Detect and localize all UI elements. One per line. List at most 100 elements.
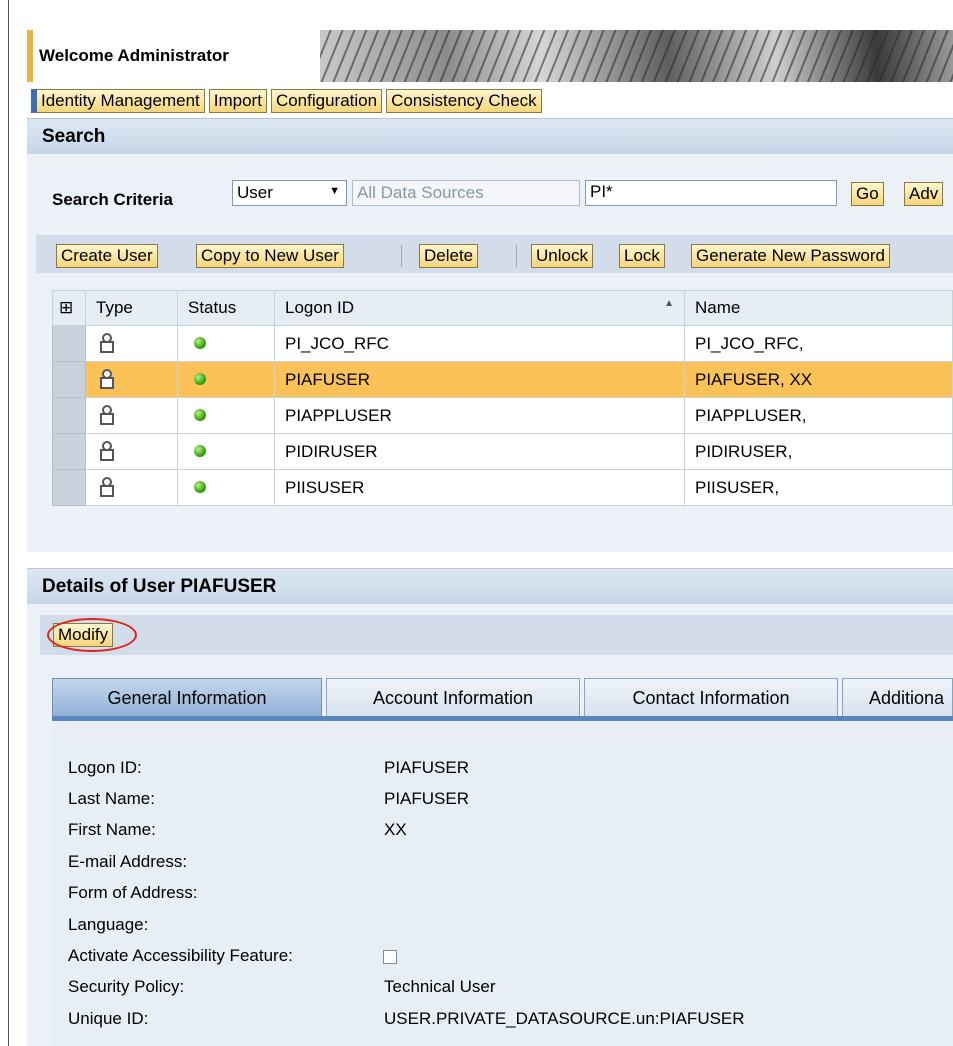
column-header-name[interactable]: Name — [684, 290, 953, 326]
table-row[interactable]: PIAPPLUSER PIAPPLUSER, — [52, 397, 953, 434]
table-row[interactable]: PIDIRUSER PIDIRUSER, — [52, 433, 953, 470]
status-active-icon — [194, 372, 206, 385]
name-cell: PIAFUSER, XX — [684, 361, 953, 398]
user-icon — [99, 333, 114, 353]
column-header-status[interactable]: Status — [177, 290, 275, 326]
field-label: Logon ID: — [68, 758, 142, 777]
field-label: Security Policy: — [68, 977, 185, 996]
type-cell — [85, 469, 178, 506]
type-cell — [85, 433, 178, 470]
tab-additional-information[interactable]: Additiona — [842, 678, 953, 718]
name-cell: PI_JCO_RFC, — [684, 325, 953, 362]
row-selector[interactable] — [52, 361, 86, 398]
object-type-select[interactable]: User ▼ — [232, 180, 347, 206]
status-cell — [177, 397, 275, 434]
results-table: ⊞ Type Status Logon ID ▲ Name PI_JCO_RFC… — [52, 290, 953, 506]
search-section-header: Search — [27, 118, 953, 154]
row-selector[interactable] — [52, 397, 86, 434]
logon-id-cell: PI_JCO_RFC — [274, 325, 685, 362]
status-cell — [177, 325, 275, 362]
welcome-text: Welcome Administrator — [39, 46, 229, 65]
column-header-logon-id-label: Logon ID — [285, 298, 354, 317]
object-type-value: User — [237, 183, 273, 202]
search-input-value: PI* — [590, 182, 613, 201]
lock-button[interactable]: Lock — [619, 244, 665, 268]
status-active-icon — [194, 408, 206, 421]
search-section-title: Search — [42, 126, 106, 147]
copy-to-new-user-button[interactable]: Copy to New User — [196, 244, 344, 268]
details-toolbar — [40, 615, 953, 655]
status-active-icon — [194, 336, 206, 349]
nav-identity-management[interactable]: Identity Management — [31, 89, 205, 113]
nav-configuration[interactable]: Configuration — [270, 89, 383, 113]
status-cell — [177, 361, 275, 398]
tab-contact-information[interactable]: Contact Information — [584, 678, 838, 718]
status-cell — [177, 433, 275, 470]
field-label: Activate Accessibility Feature: — [68, 946, 293, 965]
field-label: Language: — [68, 915, 149, 934]
generate-new-password-button[interactable]: Generate New Password — [691, 244, 890, 268]
status-cell — [177, 469, 275, 506]
create-user-button[interactable]: Create User — [56, 244, 158, 268]
toolbar-separator — [401, 245, 402, 267]
nav-consistency-check[interactable]: Consistency Check — [386, 89, 542, 113]
field-label: Form of Address: — [68, 883, 198, 902]
type-cell — [85, 361, 178, 398]
chevron-down-icon: ▼ — [329, 185, 340, 197]
tab-general-information[interactable]: General Information — [52, 678, 322, 718]
search-input[interactable]: PI* — [585, 180, 837, 206]
row-selector[interactable] — [52, 325, 86, 362]
details-section-header: Details of User PIAFUSER — [27, 568, 953, 604]
logon-id-cell: PIAPPLUSER — [274, 397, 685, 434]
field-value: PIAFUSER — [384, 758, 470, 777]
table-header-row: ⊞ Type Status Logon ID ▲ Name — [52, 290, 953, 326]
details-tabs: General Information Account Information … — [52, 678, 953, 718]
go-button[interactable]: Go — [851, 182, 884, 206]
nav-import[interactable]: Import — [208, 89, 267, 113]
user-icon — [99, 369, 114, 389]
highlight-annotation — [47, 618, 137, 652]
field-label: Unique ID: — [68, 1009, 149, 1028]
search-criteria-label: Search Criteria — [52, 190, 173, 209]
field-label: E-mail Address: — [68, 852, 188, 871]
row-selector[interactable] — [52, 433, 86, 470]
name-cell: PIDIRUSER, — [684, 433, 953, 470]
column-header-type[interactable]: Type — [85, 290, 178, 326]
datasource-select[interactable]: All Data Sources — [352, 180, 580, 206]
user-toolbar: Create User Copy to New User Delete Unlo… — [36, 235, 953, 273]
logon-id-cell: PIDIRUSER — [274, 433, 685, 470]
field-label: First Name: — [68, 820, 156, 839]
table-row[interactable]: PIISUSER PIISUSER, — [52, 469, 953, 506]
accessibility-checkbox[interactable] — [383, 950, 397, 964]
table-row[interactable]: PI_JCO_RFC PI_JCO_RFC, — [52, 325, 953, 362]
window-edge — [8, 0, 9, 1046]
advanced-search-button[interactable]: Adv — [904, 182, 944, 206]
top-navigation: Identity Management Import Configuration… — [31, 89, 542, 113]
type-cell — [85, 397, 178, 434]
name-cell: PIISUSER, — [684, 469, 953, 506]
details-section-title: Details of User PIAFUSER — [42, 576, 277, 597]
column-settings-icon[interactable]: ⊞ — [52, 290, 86, 326]
logon-id-cell: PIISUSER — [274, 469, 685, 506]
table-row[interactable]: PIAFUSER PIAFUSER, XX — [52, 361, 953, 398]
status-active-icon — [194, 444, 206, 457]
row-selector[interactable] — [52, 469, 86, 506]
datasource-placeholder: All Data Sources — [357, 183, 484, 202]
field-label: Last Name: — [68, 789, 155, 808]
user-icon — [99, 405, 114, 425]
user-icon — [99, 441, 114, 461]
user-icon — [99, 477, 114, 497]
toolbar-separator — [516, 245, 517, 267]
sort-ascending-icon[interactable]: ▲ — [664, 298, 674, 309]
delete-button[interactable]: Delete — [419, 244, 479, 268]
column-header-logon-id[interactable]: Logon ID ▲ — [274, 290, 685, 326]
field-value: XX — [384, 820, 407, 839]
type-cell — [85, 325, 178, 362]
tab-account-information[interactable]: Account Information — [326, 678, 580, 718]
logon-id-cell: PIAFUSER — [274, 361, 685, 398]
field-value: Technical User — [384, 977, 496, 996]
field-value: PIAFUSER — [384, 789, 470, 808]
name-cell: PIAPPLUSER, — [684, 397, 953, 434]
status-active-icon — [194, 480, 206, 493]
unlock-button[interactable]: Unlock — [531, 244, 593, 268]
